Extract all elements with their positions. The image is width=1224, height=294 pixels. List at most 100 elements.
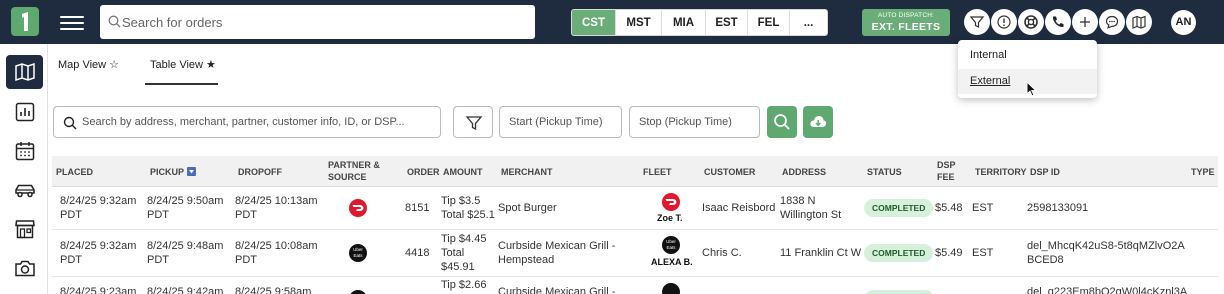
user-avatar[interactable]: AN: [1171, 10, 1196, 35]
plus-icon[interactable]: [1072, 9, 1098, 35]
sidebar-item-calendar[interactable]: [6, 134, 43, 168]
table-row[interactable]: 8/24/25 9:32am PDT 8/24/25 9:48am PDT 8/24…: [52, 230, 1218, 277]
start-pickup-time-input[interactable]: [509, 113, 619, 131]
filter-button[interactable]: [453, 106, 493, 138]
timezone-cst[interactable]: CST: [572, 10, 616, 35]
chat-icon[interactable]: [1099, 9, 1125, 35]
col-customer[interactable]: CUSTOMER: [704, 167, 755, 177]
stop-pickup-time-field[interactable]: [629, 106, 760, 138]
col-dsp-id[interactable]: DSP ID: [1030, 167, 1060, 177]
auto-dispatch-button[interactable]: AUTO DISPATCH: EXT. FLEETS: [862, 9, 950, 36]
alert-icon[interactable]: [991, 9, 1017, 35]
col-order[interactable]: ORDER: [407, 167, 440, 177]
uber-eats-icon: Uber Eats: [662, 236, 680, 254]
chart-icon: [15, 102, 35, 122]
download-button[interactable]: [803, 106, 833, 138]
timezone-mst[interactable]: MST: [616, 10, 662, 35]
table-search-box[interactable]: [53, 106, 441, 138]
cell-address: 1838 N Willington St: [780, 195, 842, 221]
uber-eats-icon: [349, 290, 367, 294]
cell-territory: EST: [972, 247, 994, 259]
uber-eats-icon: Uber Eats: [349, 244, 367, 262]
start-pickup-time-field[interactable]: [499, 106, 622, 138]
col-fee-label: FEE: [937, 172, 955, 182]
cell-pickup: 8/24/25 9:42am: [147, 286, 224, 294]
table-search-input[interactable]: [82, 112, 432, 132]
search-button[interactable]: [767, 106, 797, 138]
sidebar-item-drivers[interactable]: [6, 173, 43, 207]
store-icon: [15, 220, 35, 239]
sidebar-item-map[interactable]: [6, 55, 43, 89]
tab-map-view-label: Map View: [58, 59, 107, 71]
sidebar-item-reports[interactable]: [6, 95, 43, 129]
status-badge: COMPLETED: [864, 244, 934, 262]
cell-amount: Tip $4.45 Total $45.91: [441, 233, 487, 273]
col-dropoff[interactable]: DROPOFF: [238, 167, 282, 177]
col-partner-label: PARTNER &: [328, 160, 380, 170]
cell-dsp-id: 2598133091: [1027, 202, 1089, 214]
cell-placed: 8/24/25 9:23am: [60, 286, 137, 294]
col-territory[interactable]: TERRITORY: [975, 167, 1027, 177]
col-type[interactable]: TYPE: [1191, 167, 1215, 177]
col-pickup[interactable]: PICKUP: [150, 167, 197, 177]
cell-pickup: 8/24/25 9:50am PDT: [147, 195, 224, 221]
table-row[interactable]: 8/24/25 9:23am 8/24/25 9:42am 8/24/25 9:…: [52, 277, 1218, 294]
cell-dropoff: 8/24/25 10:08am PDT: [235, 240, 318, 266]
fleet-driver-name: Zoe T.: [657, 213, 683, 223]
status-badge: COMPLETED: [864, 199, 934, 217]
col-placed[interactable]: PLACED: [56, 167, 93, 177]
calendar-icon: [15, 142, 35, 161]
sidebar: [0, 44, 48, 294]
cell-dsp-id: del_g223Em8bO2gW0l4cKznl3A: [1027, 286, 1188, 294]
timezone-est[interactable]: EST: [706, 10, 748, 35]
top-nav-bar: CST MST MIA EST FEL ... AUTO DISPATCH: E…: [0, 0, 1224, 44]
uber-eats-icon: [662, 283, 680, 294]
timezone-more[interactable]: ...: [790, 10, 827, 35]
col-merchant[interactable]: MERCHANT: [501, 167, 553, 177]
app-logo[interactable]: [11, 7, 39, 36]
active-tab-indicator: [145, 83, 218, 85]
col-fleet[interactable]: FLEET: [643, 167, 672, 177]
camera-icon: [15, 260, 35, 277]
doordash-icon: [349, 199, 367, 217]
col-status[interactable]: STATUS: [867, 167, 902, 177]
col-amount[interactable]: AMOUNT: [443, 167, 483, 177]
menu-icon[interactable]: [60, 12, 84, 32]
sidebar-item-stores[interactable]: [6, 212, 43, 246]
timezone-fel[interactable]: FEL: [748, 10, 790, 35]
table-row[interactable]: 8/24/25 9:32am PDT 8/24/25 9:50am PDT 8/24…: [52, 187, 1218, 230]
filter-icon: [465, 116, 483, 131]
cell-merchant: Spot Burger: [498, 202, 557, 214]
doordash-icon: [662, 193, 680, 211]
phone-icon[interactable]: [1045, 9, 1071, 35]
support-icon[interactable]: [1018, 9, 1044, 35]
map-icon[interactable]: [1126, 9, 1152, 35]
order-search-box[interactable]: [100, 5, 535, 39]
cell-territory: EST: [972, 202, 994, 214]
star-filled-icon[interactable]: ★: [206, 59, 216, 71]
sort-desc-icon[interactable]: [187, 167, 197, 176]
cell-merchant: Curbside Mexican Grill -: [498, 286, 616, 294]
stop-pickup-time-input[interactable]: [639, 113, 749, 131]
tab-map-view[interactable]: Map View ☆: [58, 58, 119, 86]
cell-dsp-fee: $5.48: [935, 202, 963, 214]
cell-order: 4418: [405, 247, 430, 259]
cell-address: 11 Franklin Ct W: [780, 247, 862, 259]
tab-table-view-label: Table View: [150, 59, 203, 71]
cell-order: 8151: [405, 202, 430, 214]
filter-icon[interactable]: [964, 9, 990, 35]
timezone-mia[interactable]: MIA: [662, 10, 706, 35]
col-partner-source[interactable]: PARTNER & SOURCE: [328, 160, 380, 182]
cell-customer: Isaac Reisbord: [702, 202, 776, 214]
dropdown-item-internal[interactable]: Internal: [958, 43, 1097, 68]
sidebar-item-photos[interactable]: [6, 251, 43, 285]
tab-table-view[interactable]: Table View ★: [150, 58, 216, 86]
cell-dropoff: 8/24/25 10:13am PDT: [235, 195, 318, 221]
mouse-cursor-icon: [1026, 81, 1037, 97]
cloud-download-icon: [810, 116, 827, 127]
col-dsp-fee[interactable]: DSP FEE: [937, 160, 956, 182]
col-address[interactable]: ADDRESS: [782, 167, 826, 177]
star-outline-icon[interactable]: ☆: [109, 59, 119, 71]
order-search-input[interactable]: [122, 10, 522, 34]
map-icon: [15, 62, 35, 82]
